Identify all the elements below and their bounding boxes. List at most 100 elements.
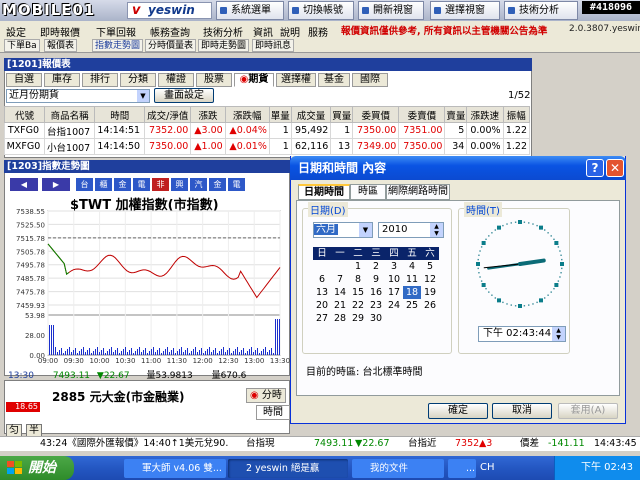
tab-inventory[interactable]: 庫存: [44, 73, 80, 87]
tab-international[interactable]: 國際: [352, 73, 388, 87]
col-time[interactable]: 時間: [94, 106, 146, 123]
subtab-realtime-chart[interactable]: 即時走勢圖: [198, 39, 250, 52]
contract-month-dropdown[interactable]: 近月份期貨 ▼: [6, 89, 150, 103]
tab-tick[interactable]: ◉ 分時: [246, 388, 286, 403]
calendar-day[interactable]: 14: [331, 286, 349, 299]
calendar-day[interactable]: 1: [349, 260, 367, 273]
calendar-day[interactable]: 30: [367, 312, 385, 325]
menu-info[interactable]: 資訊: [253, 24, 273, 39]
chart-category-button[interactable]: 非: [152, 178, 169, 191]
chart-category-button[interactable]: 興: [171, 178, 188, 191]
taskbar-item-3[interactable]: 我的文件: [352, 459, 444, 478]
calendar-day[interactable]: 3: [385, 260, 403, 273]
subtab-order[interactable]: 下單Ba: [4, 39, 40, 52]
menu-order-report[interactable]: 下單回報: [96, 24, 136, 39]
chart-category-button[interactable]: 電: [133, 178, 150, 191]
calendar-day[interactable]: 8: [349, 273, 367, 286]
calendar-day[interactable]: 17: [385, 286, 403, 299]
month-select[interactable]: 六月 ▼: [313, 222, 373, 238]
calendar-day[interactable]: 29: [349, 312, 367, 325]
calendar-day[interactable]: 11: [403, 273, 421, 286]
taskbar-item-1[interactable]: 軍大師 v4.06 雙...: [124, 459, 226, 478]
menu-help[interactable]: 說明: [280, 24, 300, 39]
col-change[interactable]: 漲跌: [190, 106, 226, 123]
chart-prev-button[interactable]: ◀: [10, 178, 38, 191]
calendar-day[interactable]: 12: [421, 273, 439, 286]
menu-service[interactable]: 服務: [308, 24, 328, 39]
calendar-day[interactable]: 5: [421, 260, 439, 273]
tab-warrant[interactable]: 權證: [158, 73, 194, 87]
calendar-day[interactable]: 27: [313, 312, 331, 325]
calendar-day[interactable]: 18: [403, 286, 421, 299]
table-row[interactable]: MXFG0 小台1007 14:14:50 7350.00 ▲1.00 ▲0.0…: [4, 138, 531, 155]
subtab-tick-table[interactable]: 分時價量表: [145, 39, 197, 52]
calendar-day[interactable]: 10: [385, 273, 403, 286]
year-spinner[interactable]: 2010 ▲ ▼: [378, 222, 444, 238]
language-indicator[interactable]: CH: [480, 462, 495, 473]
calendar-day[interactable]: 16: [367, 286, 385, 299]
subtab-index-chart[interactable]: 指數走勢圖: [92, 39, 144, 52]
calendar-day[interactable]: 24: [385, 299, 403, 312]
calendar-day[interactable]: 20: [313, 299, 331, 312]
col-tick-vol[interactable]: 單量: [268, 106, 292, 123]
taskbar-item-4[interactable]: ...: [448, 459, 476, 478]
calendar-day[interactable]: 22: [349, 299, 367, 312]
col-code[interactable]: 代號: [4, 106, 45, 123]
col-bid-size[interactable]: 買量: [330, 106, 354, 123]
menu-realtime-quote[interactable]: 即時報價: [40, 24, 80, 39]
calendar-day[interactable]: 15: [349, 286, 367, 299]
col-amplitude[interactable]: 振幅: [502, 106, 531, 123]
col-speed[interactable]: 漲跌速: [466, 106, 504, 123]
chart-category-button[interactable]: 櫃: [95, 178, 112, 191]
system-menu-button[interactable]: 系統選單: [216, 1, 284, 20]
col-bid[interactable]: 委買價: [352, 106, 400, 123]
switch-account-button[interactable]: 切換帳號: [288, 1, 354, 20]
chart-category-button[interactable]: 汽: [190, 178, 207, 191]
calendar-day[interactable]: 19: [421, 286, 439, 299]
col-ask-size[interactable]: 賣量: [444, 106, 468, 123]
tab-options[interactable]: 選擇權: [276, 73, 316, 87]
tab-watchlist[interactable]: 自選: [6, 73, 42, 87]
tray-clock[interactable]: 下午 02:43: [581, 462, 633, 473]
col-ask[interactable]: 委賣價: [398, 106, 446, 123]
table-row[interactable]: TXFG0 台指1007 14:14:51 7352.00 ▲3.00 ▲0.0…: [4, 122, 531, 139]
help-icon[interactable]: ?: [586, 159, 604, 177]
calendar-day[interactable]: 4: [403, 260, 421, 273]
tab-ranking[interactable]: 排行: [82, 73, 118, 87]
chart-category-button[interactable]: 台: [76, 178, 93, 191]
calendar-day[interactable]: 13: [313, 286, 331, 299]
calendar-day[interactable]: 7: [331, 273, 349, 286]
col-last[interactable]: 成交/淨值: [144, 106, 192, 123]
calendar-day[interactable]: 28: [331, 312, 349, 325]
calendar-day[interactable]: 23: [367, 299, 385, 312]
tab-internet-time[interactable]: 網際網路時間: [386, 184, 450, 200]
calendar-day[interactable]: 6: [313, 273, 331, 286]
cancel-button[interactable]: 取消: [492, 403, 552, 419]
close-icon[interactable]: ✕: [606, 159, 624, 177]
subtab-news[interactable]: 即時訊息: [252, 39, 295, 52]
chart-category-button[interactable]: 電: [228, 178, 245, 191]
select-window-button[interactable]: 選擇視窗: [430, 1, 500, 20]
screen-settings-button[interactable]: 畫面設定: [154, 88, 214, 103]
technical-analysis-button[interactable]: 技術分析: [504, 1, 578, 20]
calendar-day[interactable]: 9: [367, 273, 385, 286]
tab-category[interactable]: 分類: [120, 73, 156, 87]
menu-settings[interactable]: 設定: [6, 24, 26, 39]
tab-funds[interactable]: 基金: [318, 73, 350, 87]
tab-futures[interactable]: ◉期貨: [234, 73, 274, 87]
menu-account[interactable]: 帳務查詢: [150, 24, 190, 39]
col-change-pct[interactable]: 漲跌幅: [224, 106, 270, 123]
chart-category-button[interactable]: 金: [209, 178, 226, 191]
tab-timezone[interactable]: 時區: [350, 184, 386, 200]
subtab-quote[interactable]: 報價表: [44, 39, 78, 52]
calendar-day[interactable]: 21: [331, 299, 349, 312]
col-volume[interactable]: 成交量: [290, 106, 332, 123]
ok-button[interactable]: 確定: [428, 403, 488, 419]
menu-technical[interactable]: 技術分析: [203, 24, 243, 39]
time-input[interactable]: 下午 02:43:44 ▲ ▼: [478, 326, 566, 342]
chart-category-button[interactable]: 金: [114, 178, 131, 191]
new-window-button[interactable]: 開新視窗: [358, 1, 424, 20]
chart-next-button[interactable]: ▶: [42, 178, 70, 191]
tab-date-time[interactable]: 日期時間: [298, 184, 350, 200]
calendar-day[interactable]: 25: [403, 299, 421, 312]
